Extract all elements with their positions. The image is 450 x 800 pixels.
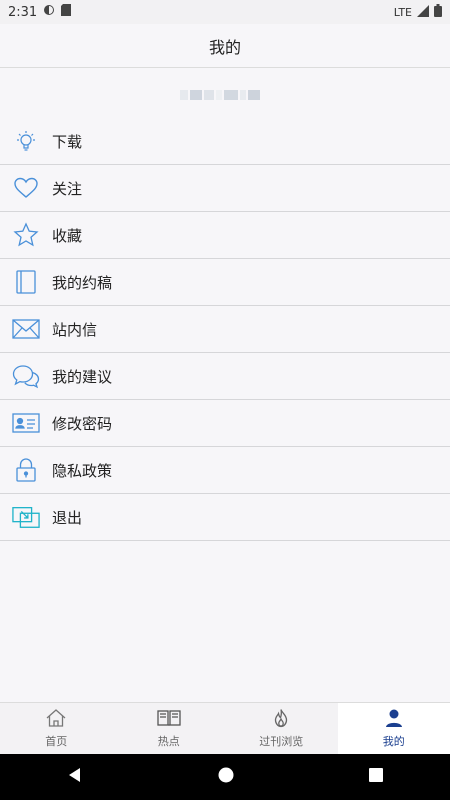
- status-time: 2:31: [8, 4, 38, 20]
- tab-label: 热点: [157, 735, 180, 748]
- menu-label: 我的约稿: [52, 273, 113, 292]
- menu-item-logout[interactable]: 退出: [0, 494, 450, 541]
- network-type: LTE: [393, 5, 412, 19]
- tab-mine[interactable]: 我的: [337, 703, 450, 754]
- menu-item-follow[interactable]: 关注: [0, 165, 450, 212]
- tab-past-issues[interactable]: 过刊浏览: [225, 703, 338, 754]
- tab-label: 首页: [45, 735, 68, 748]
- menu-label: 关注: [52, 179, 83, 198]
- menu-label: 隐私政策: [52, 461, 113, 480]
- menu-list: 下载 关注 收藏 我的约稿 站内信 我的建议 修改密码 隐私政策 退出: [0, 118, 450, 541]
- tab-hot[interactable]: 热点: [113, 703, 226, 754]
- sd-card-icon: [61, 4, 72, 20]
- chat-bubbles-icon: [12, 362, 40, 390]
- menu-item-suggestions[interactable]: 我的建议: [0, 353, 450, 400]
- lightbulb-icon: [12, 127, 40, 155]
- person-icon: [384, 708, 404, 731]
- status-bar: 2:31 LTE: [0, 0, 450, 24]
- username-blurred: [180, 88, 270, 102]
- menu-item-change-password[interactable]: 修改密码: [0, 400, 450, 447]
- exit-screen-icon: [12, 503, 40, 531]
- menu-item-download[interactable]: 下载: [0, 118, 450, 165]
- notebook-icon: [12, 268, 40, 296]
- battery-icon: [434, 4, 442, 20]
- bottom-tab-bar: 首页 热点 过刊浏览 我的: [0, 702, 450, 754]
- id-card-icon: [12, 409, 40, 437]
- menu-label: 退出: [52, 508, 83, 527]
- menu-label: 下载: [52, 132, 83, 151]
- tab-home[interactable]: 首页: [0, 703, 113, 754]
- mail-icon: [12, 315, 40, 343]
- book-icon: [157, 708, 181, 731]
- menu-label: 修改密码: [52, 414, 113, 433]
- page-title: 我的: [208, 37, 241, 57]
- signal-icon: [417, 4, 429, 20]
- title-bar: 我的: [0, 24, 450, 68]
- notification-icon: [43, 4, 55, 20]
- menu-label: 我的建议: [52, 367, 113, 386]
- tab-label: 我的: [382, 735, 405, 748]
- lock-icon: [12, 456, 40, 484]
- menu-item-privacy-policy[interactable]: 隐私政策: [0, 447, 450, 494]
- recents-icon[interactable]: [368, 767, 384, 787]
- menu-item-my-submissions[interactable]: 我的约稿: [0, 259, 450, 306]
- menu-item-inbox[interactable]: 站内信: [0, 306, 450, 353]
- home-icon: [45, 708, 67, 731]
- flame-icon: [271, 708, 291, 731]
- back-icon[interactable]: [66, 766, 84, 788]
- system-nav-bar: [0, 754, 450, 800]
- menu-label: 收藏: [52, 226, 83, 245]
- tab-label: 过刊浏览: [259, 735, 304, 748]
- menu-item-favorites[interactable]: 收藏: [0, 212, 450, 259]
- menu-label: 站内信: [52, 320, 98, 339]
- home-button-icon[interactable]: [217, 766, 235, 788]
- heart-icon: [12, 174, 40, 202]
- star-icon: [12, 221, 40, 249]
